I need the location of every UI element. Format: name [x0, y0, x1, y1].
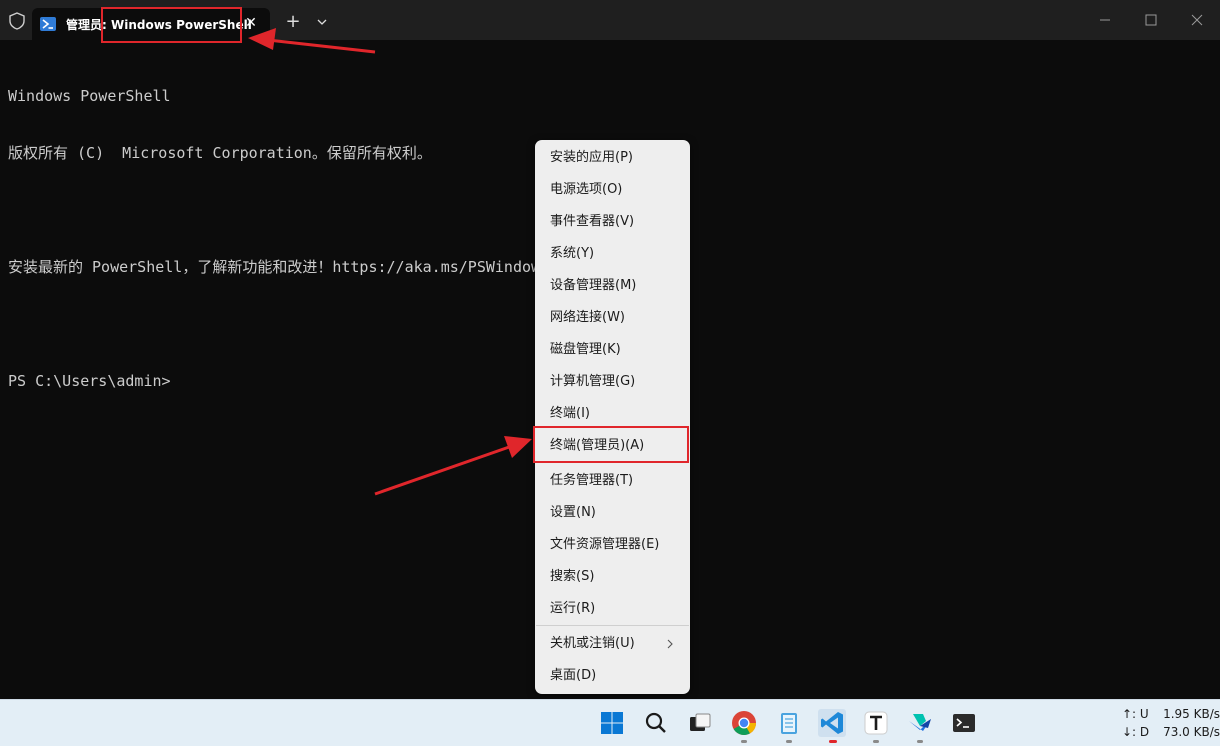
chevron-right-icon: [667, 639, 673, 649]
menu-item-settings[interactable]: 设置(N): [550, 503, 596, 523]
feishu-icon[interactable]: [906, 709, 934, 737]
vscode-icon[interactable]: [818, 709, 846, 737]
running-indicator: [917, 740, 923, 743]
typora-icon[interactable]: [862, 709, 890, 737]
menu-item-event-viewer[interactable]: 事件查看器(V): [550, 212, 634, 232]
menu-separator: [536, 625, 689, 626]
menu-item-task-manager[interactable]: 任务管理器(T): [550, 471, 633, 491]
annotation-box-tab: [101, 7, 242, 43]
console-line: Windows PowerShell: [8, 87, 171, 105]
running-indicator: [741, 740, 747, 743]
console-line: 版权所有 (C) Microsoft Corporation。保留所有权利。: [8, 144, 432, 162]
console-prompt: PS C:\Users\admin>: [8, 372, 171, 390]
tab-close-button[interactable]: ✕: [242, 14, 260, 32]
download-label: ↓: D: [1122, 725, 1150, 739]
menu-item-shutdown-signout[interactable]: 关机或注销(U): [550, 634, 635, 654]
winx-context-menu: 安装的应用(P) 电源选项(O) 事件查看器(V) 系统(Y) 设备管理器(M)…: [535, 140, 690, 694]
annotation-arrow-menu: [374, 436, 532, 496]
download-speed: 73.0 KB/s: [1163, 725, 1220, 739]
task-view-icon[interactable]: [686, 709, 714, 737]
menu-item-installed-apps[interactable]: 安装的应用(P): [550, 148, 633, 168]
menu-item-terminal[interactable]: 终端(I): [550, 404, 590, 424]
menu-item-system[interactable]: 系统(Y): [550, 244, 594, 264]
menu-item-search[interactable]: 搜索(S): [550, 567, 594, 587]
menu-item-file-explorer[interactable]: 文件资源管理器(E): [550, 535, 659, 555]
running-indicator: [873, 740, 879, 743]
running-indicator: [786, 740, 792, 743]
powershell-icon: [40, 17, 56, 31]
upload-label: ↑: U: [1122, 707, 1149, 721]
annotation-box-terminal-admin: [533, 426, 689, 463]
menu-item-run[interactable]: 运行(R): [550, 599, 595, 619]
menu-item-computer-management[interactable]: 计算机管理(G): [550, 372, 635, 392]
taskbar: [0, 699, 1220, 746]
menu-item-desktop[interactable]: 桌面(D): [550, 666, 596, 686]
console-line: 安装最新的 PowerShell，了解新功能和改进！https://aka.ms…: [8, 258, 550, 276]
shield-icon: [9, 12, 25, 30]
chevron-down-icon[interactable]: [314, 13, 330, 31]
search-icon[interactable]: [642, 709, 670, 737]
new-tab-button[interactable]: +: [284, 13, 302, 31]
upload-speed: 1.95 KB/s: [1163, 707, 1220, 721]
close-window-button[interactable]: [1182, 10, 1212, 30]
minimize-button[interactable]: [1090, 10, 1120, 30]
windows-start-icon[interactable]: [598, 709, 626, 737]
maximize-button[interactable]: [1136, 10, 1166, 30]
menu-item-network-connections[interactable]: 网络连接(W): [550, 308, 625, 328]
menu-item-disk-management[interactable]: 磁盘管理(K): [550, 340, 621, 360]
terminal-icon[interactable]: [950, 709, 978, 737]
notepad-icon[interactable]: [775, 709, 803, 737]
chrome-icon[interactable]: [730, 709, 758, 737]
menu-item-power-options[interactable]: 电源选项(O): [550, 180, 622, 200]
menu-item-device-manager[interactable]: 设备管理器(M): [550, 276, 636, 296]
console-output[interactable]: Windows PowerShell 版权所有 (C) Microsoft Co…: [8, 49, 549, 410]
active-indicator: [829, 740, 837, 743]
